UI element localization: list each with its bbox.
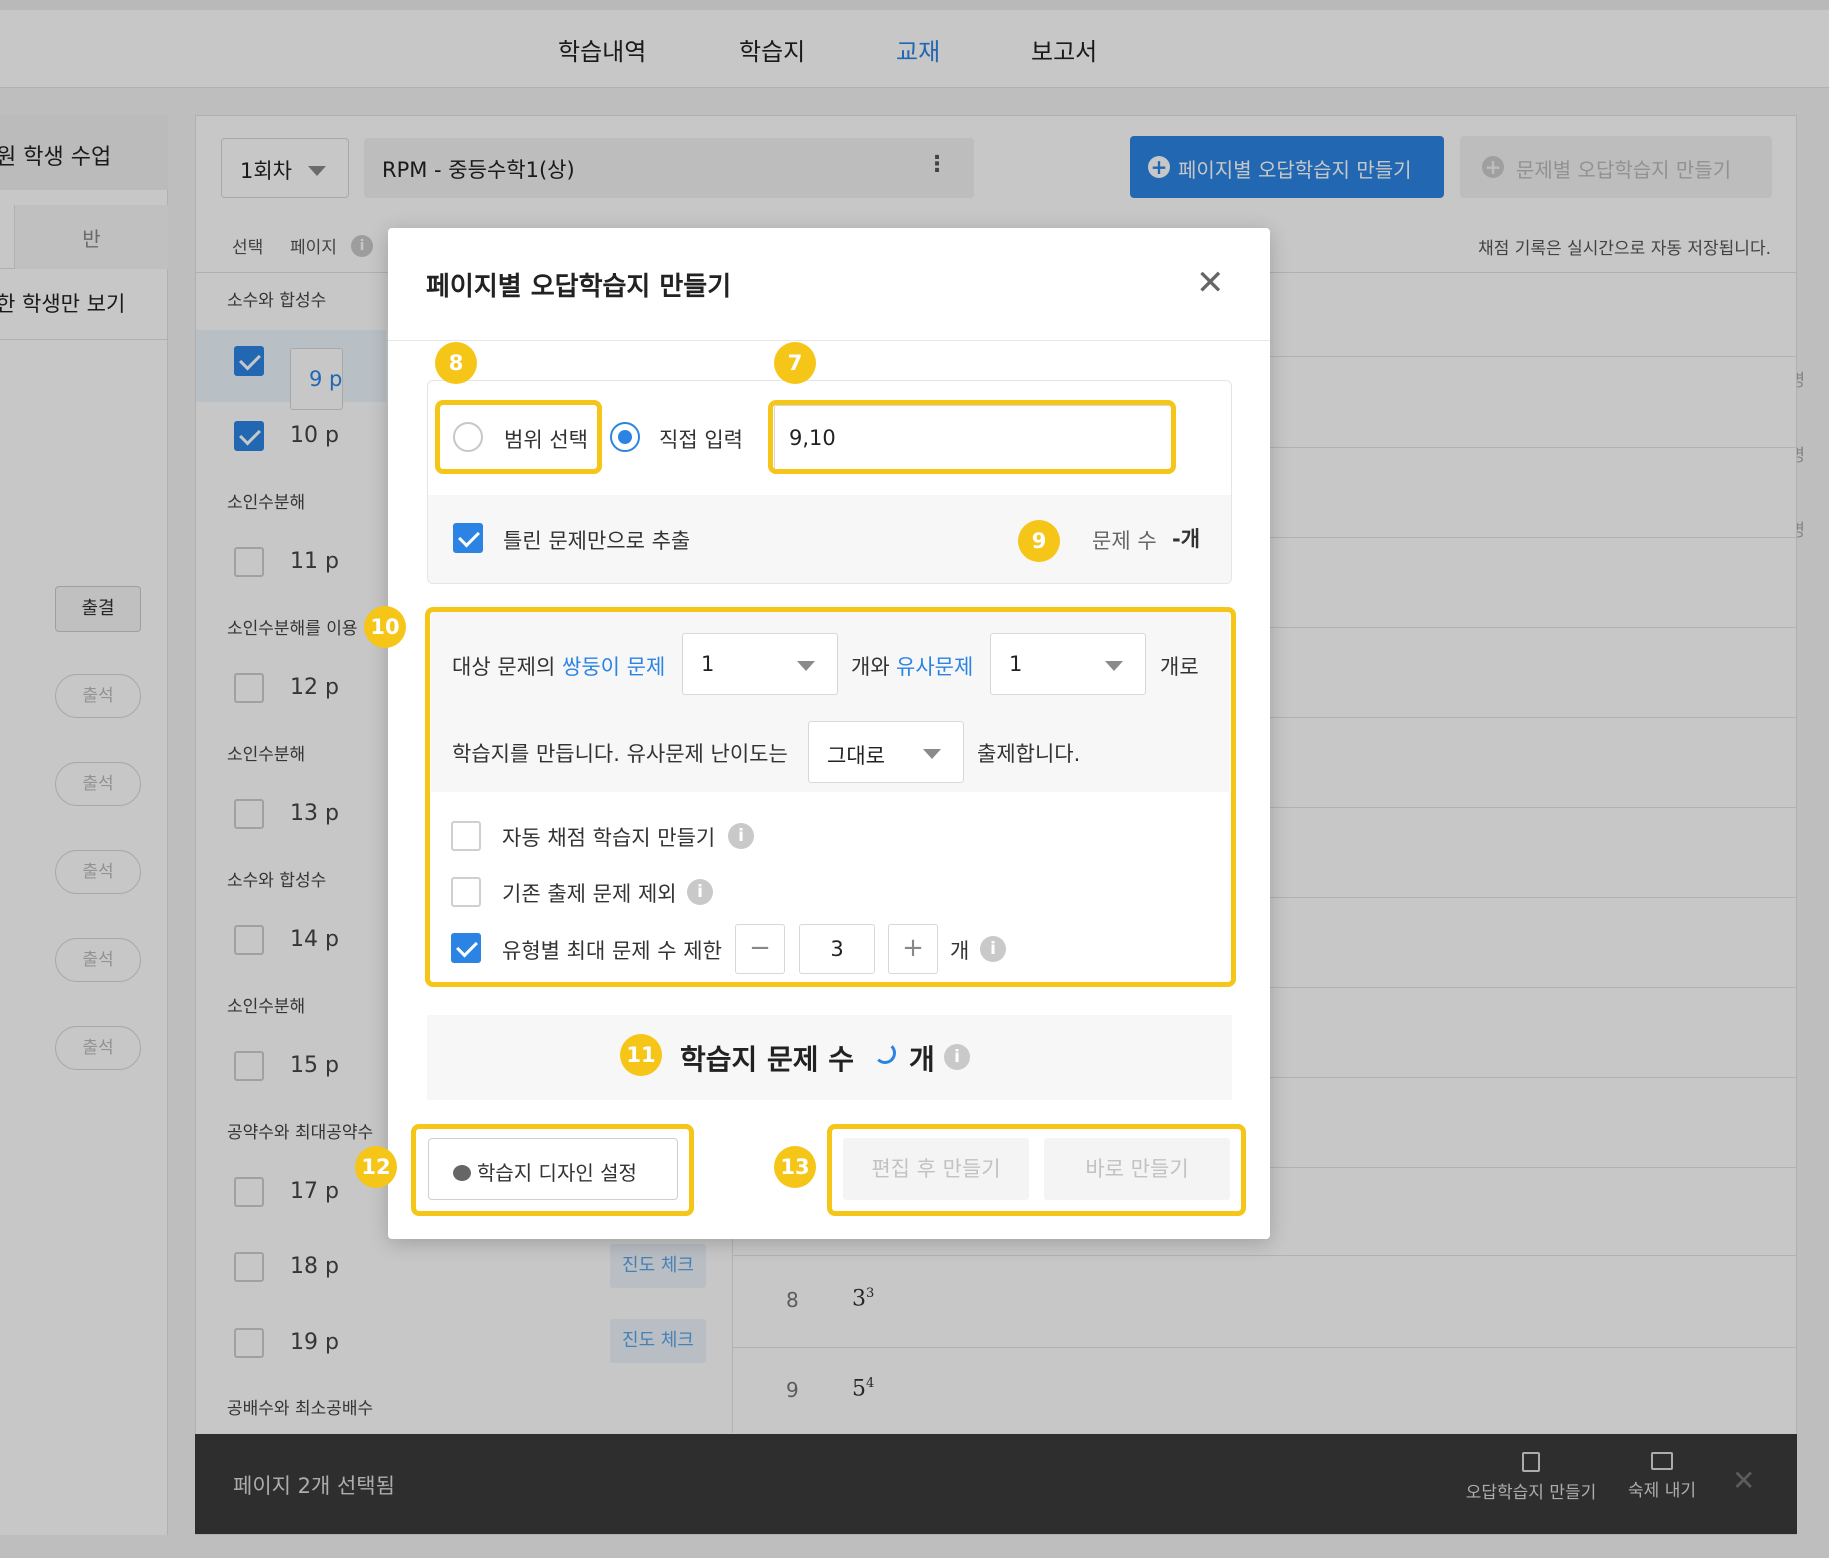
summary-label: 학습지 문제 수 [680,1043,855,1076]
loading-spinner-icon [874,1042,896,1064]
annotation-badge: 8 [435,342,477,384]
highlight-box-10 [425,607,1236,987]
annotation-badge: 9 [1018,520,1060,562]
modal-title: 페이지별 오답학습지 만들기 [426,272,732,302]
close-icon[interactable]: ✕ [1196,266,1225,300]
annotation-badge: 11 [620,1034,662,1076]
annotation-badge: 7 [774,342,816,384]
highlight-box-12 [411,1124,694,1216]
problem-count-label: 문제 수 [1092,529,1157,553]
highlight-box-7 [768,400,1176,474]
wrong-only-label: 틀린 문제만으로 추출 [503,529,691,553]
range-select-label: 범위 선택 [504,428,588,452]
direct-input-label: 직접 입력 [659,428,743,452]
direct-input-radio[interactable] [610,422,640,452]
problem-count-value: -개 [1172,527,1201,551]
annotation-badge: 12 [355,1146,397,1188]
info-icon[interactable]: i [944,1044,970,1070]
summary-unit: 개 [909,1043,935,1076]
wrong-only-checkbox[interactable] [453,523,483,553]
annotation-badge: 10 [364,606,406,648]
modal-divider [388,340,1270,341]
range-select-radio[interactable] [453,422,483,452]
annotation-badge: 13 [774,1146,816,1188]
highlight-box-13 [827,1124,1246,1216]
